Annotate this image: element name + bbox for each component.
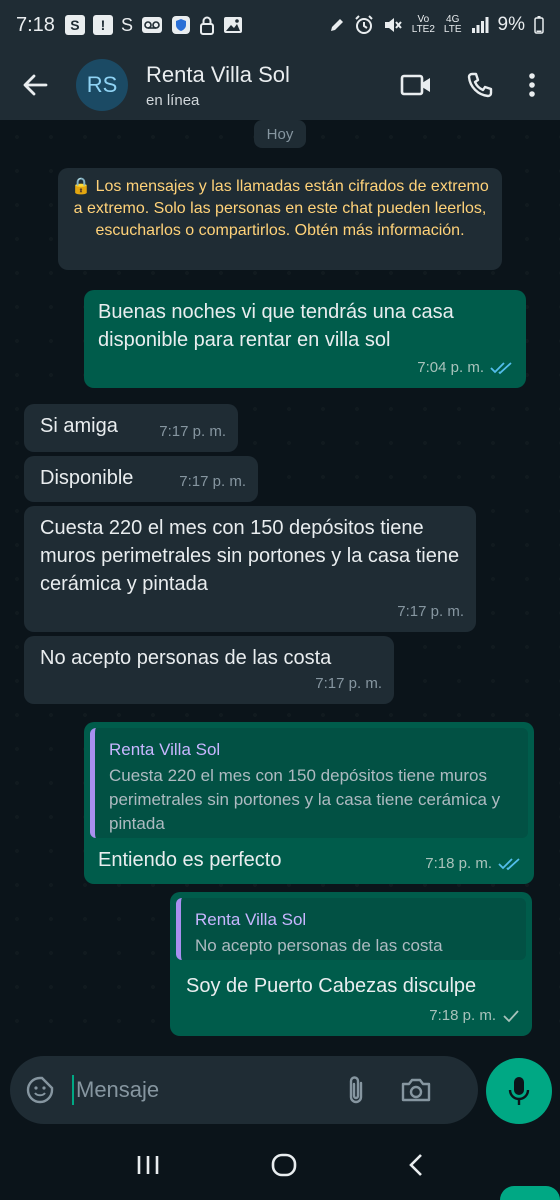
network-4g: 4G LTE	[443, 14, 462, 35]
message-text: Cuesta 220 el mes con 150 depósitos tien…	[40, 517, 460, 595]
s-box-icon: S	[64, 15, 85, 35]
system-nav-bar	[0, 1130, 560, 1200]
alert-box-icon: !	[92, 15, 113, 35]
quoted-text: No acepto personas de las costa	[195, 936, 443, 955]
home-icon[interactable]	[271, 1153, 297, 1177]
message-time: 7:17 p. m.	[159, 423, 226, 440]
message-time: 7:17 p. m.	[397, 603, 464, 620]
s-letter-icon: S	[120, 15, 133, 35]
battery-level: 9%	[497, 14, 525, 35]
quoted-text: Cuesta 220 el mes con 150 depósitos tien…	[109, 766, 501, 833]
contact-info[interactable]: Renta Villa Sol en línea	[146, 62, 290, 109]
quoted-message[interactable]: Renta Villa Sol Cuesta 220 el mes con 15…	[90, 728, 528, 838]
message-bubble-incoming[interactable]: No acepto personas de las costa 7:17 p. …	[24, 636, 394, 704]
voice-message-button[interactable]	[486, 1058, 552, 1124]
message-text: Entiendo es perfecto	[98, 849, 282, 871]
double-check-read-icon	[498, 858, 520, 871]
date-chip: Hoy	[254, 120, 306, 148]
avatar[interactable]: RS	[76, 59, 128, 111]
arrow-left-icon	[23, 74, 48, 96]
attach-icon[interactable]	[346, 1074, 366, 1106]
message-bubble-incoming[interactable]: Si amiga 7:17 p. m.	[24, 404, 238, 452]
message-bubble-outgoing[interactable]: Renta Villa Sol No acepto personas de la…	[170, 892, 532, 1036]
message-text: Soy de Puerto Cabezas disculpe	[186, 975, 477, 997]
more-options-icon[interactable]	[528, 72, 536, 98]
battery-icon	[534, 16, 544, 34]
message-time: 7:18 p. m.	[425, 855, 492, 872]
message-bubble-outgoing[interactable]: Renta Villa Sol Cuesta 220 el mes con 15…	[84, 722, 534, 884]
contact-name: Renta Villa Sol	[146, 61, 290, 87]
pen-icon	[330, 19, 343, 31]
mute-icon	[384, 18, 402, 32]
message-bubble-incoming[interactable]: Disponible 7:17 p. m.	[24, 456, 258, 502]
phone-call-icon[interactable]	[466, 71, 494, 99]
message-bubble-incoming[interactable]: Cuesta 220 el mes con 150 depósitos tien…	[24, 506, 476, 632]
lock-icon	[199, 16, 214, 35]
network-volte: Vo LTE2	[411, 14, 435, 35]
text-caret	[72, 1075, 74, 1105]
image-icon	[223, 17, 242, 33]
back-nav-icon[interactable]	[408, 1153, 424, 1177]
message-text: No acepto personas de las costa	[40, 647, 332, 669]
message-time: 7:18 p. m.	[429, 1007, 496, 1024]
status-time: 7:18	[16, 13, 55, 36]
message-text: Si amiga	[40, 415, 118, 437]
message-time: 7:17 p. m.	[315, 675, 382, 692]
message-composer	[10, 1056, 478, 1124]
message-input[interactable]	[76, 1077, 336, 1103]
back-button[interactable]	[0, 73, 70, 97]
message-time: 7:17 p. m.	[179, 473, 246, 490]
message-bubble-outgoing[interactable]: Buenas noches vi que tendrás una casa di…	[84, 290, 526, 388]
camera-icon[interactable]	[400, 1077, 432, 1103]
message-time: 7:04 p. m.	[417, 359, 484, 376]
message-text: Buenas noches vi que tendrás una casa di…	[98, 301, 454, 351]
contact-status: en línea	[146, 91, 200, 109]
status-bar: 7:18 S ! S Vo LTE2 4G LTE 9%	[0, 0, 560, 50]
floating-bubble-edge	[500, 1186, 560, 1200]
single-check-icon	[503, 1010, 519, 1023]
video-call-icon[interactable]	[400, 73, 432, 97]
recent-apps-icon[interactable]	[136, 1154, 160, 1176]
message-text: Disponible	[40, 467, 134, 489]
voicemail-icon	[141, 17, 162, 33]
quoted-message[interactable]: Renta Villa Sol No acepto personas de la…	[176, 898, 526, 960]
shield-icon	[171, 16, 190, 34]
double-check-read-icon	[490, 362, 512, 375]
signal-icon	[471, 17, 489, 33]
microphone-icon	[508, 1077, 530, 1105]
emoji-sticker-icon[interactable]	[26, 1076, 54, 1104]
encryption-notice[interactable]: 🔒 Los mensajes y las llamadas están cifr…	[58, 168, 502, 270]
quoted-author: Renta Villa Sol	[195, 910, 307, 929]
chat-header: RS Renta Villa Sol en línea	[0, 50, 560, 120]
quoted-author: Renta Villa Sol	[109, 740, 221, 759]
alarm-icon	[355, 15, 373, 34]
